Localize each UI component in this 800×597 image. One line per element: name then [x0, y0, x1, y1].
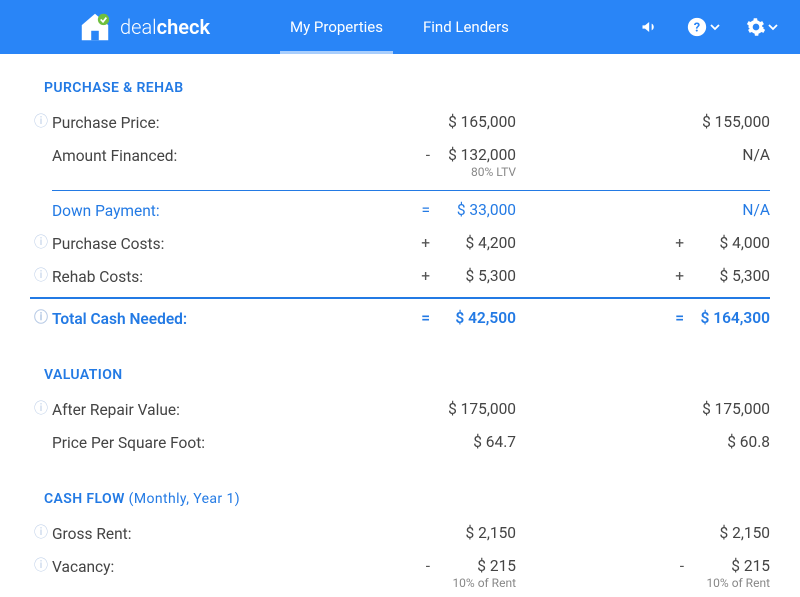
value-col2: $ 5,300 [690, 267, 770, 285]
value-col1: $ 33,000 [436, 201, 516, 219]
value-col2: N/A [690, 201, 770, 219]
value-col1: $ 5,300 [436, 267, 516, 285]
value-col2: $ 215 [690, 557, 770, 575]
subtext-col1: 80% LTV [471, 165, 516, 179]
report-content: PURCHASE & REHAB ⓘ Purchase Price: $ 165… [0, 54, 800, 597]
row-amount-financed: Amount Financed: - $ 132,000 80% LTV N/A [30, 139, 770, 186]
help-circle-icon[interactable]: ⓘ [34, 269, 48, 283]
section-valuation: VALUATION [30, 351, 770, 393]
row-rehab-costs: ⓘ Rehab Costs: +$ 5,300 +$ 5,300 [30, 260, 770, 293]
row-gross-rent: ⓘ Gross Rent: $ 2,150 $ 2,150 [30, 517, 770, 550]
label: Amount Financed: [52, 146, 272, 165]
help-circle-icon[interactable]: ⓘ [34, 236, 48, 250]
header-actions: ? [640, 16, 778, 38]
value-col1: $ 64.7 [436, 433, 516, 451]
row-total-cash-needed: ⓘ Total Cash Needed: =$ 42,500 =$ 164,30… [30, 302, 770, 335]
settings-gear-icon[interactable] [746, 17, 778, 37]
value-col1: $ 42,500 [436, 309, 516, 327]
label: Vacancy: [52, 557, 272, 576]
value-col2: $ 60.8 [690, 433, 770, 451]
value-col1: $ 165,000 [436, 113, 516, 131]
subtext-col1: 10% of Rent [452, 576, 516, 590]
svg-text:?: ? [694, 21, 700, 36]
label: Price Per Square Foot: [52, 433, 272, 452]
help-circle-icon[interactable]: ⓘ [34, 526, 48, 540]
row-purchase-costs: ⓘ Purchase Costs: +$ 4,200 +$ 4,000 [30, 227, 770, 260]
label: Total Cash Needed: [52, 309, 272, 328]
nav-find-lenders[interactable]: Find Lenders [403, 0, 529, 54]
value-col1: $ 2,150 [436, 524, 516, 542]
value-col2: $ 175,000 [690, 400, 770, 418]
megaphone-icon[interactable] [640, 17, 660, 37]
help-circle-icon[interactable]: ⓘ [34, 559, 48, 573]
row-down-payment: Down Payment: =$ 33,000 N/A [30, 194, 770, 227]
value-col2: $ 2,150 [690, 524, 770, 542]
divider [52, 190, 770, 191]
value-col2: $ 155,000 [690, 113, 770, 131]
value-col1: $ 175,000 [436, 400, 516, 418]
label: Down Payment: [52, 201, 272, 220]
label: Purchase Price: [52, 113, 272, 132]
value-col2: $ 164,300 [690, 309, 770, 327]
value-col1: $ 215 [436, 557, 516, 575]
row-purchase-price: ⓘ Purchase Price: $ 165,000 $ 155,000 [30, 106, 770, 139]
app-header: dealcheck My Properties Find Lenders ? [0, 0, 800, 54]
help-circle-icon[interactable]: ⓘ [34, 402, 48, 416]
value-col1: $ 4,200 [436, 234, 516, 252]
label: Gross Rent: [52, 524, 272, 543]
row-vacancy: ⓘ Vacancy: - $ 215 10% of Rent - $ 215 1… [30, 550, 770, 597]
label: Rehab Costs: [52, 267, 272, 286]
label: After Repair Value: [52, 400, 272, 419]
nav-my-properties[interactable]: My Properties [270, 0, 403, 54]
value-col1: $ 132,000 [436, 146, 516, 164]
main-nav: My Properties Find Lenders [270, 0, 529, 54]
value-col2: $ 4,000 [690, 234, 770, 252]
help-circle-icon[interactable]: ⓘ [34, 311, 48, 325]
divider-strong [30, 297, 770, 299]
logo-text: dealcheck [120, 15, 210, 39]
help-circle-icon[interactable]: ⓘ [34, 115, 48, 129]
row-after-repair-value: ⓘ After Repair Value: $ 175,000 $ 175,00… [30, 393, 770, 426]
app-logo[interactable]: dealcheck [78, 10, 210, 44]
house-logo-icon [78, 10, 112, 44]
subtext-col2: 10% of Rent [706, 576, 770, 590]
section-purchase-rehab: PURCHASE & REHAB [30, 64, 770, 106]
section-cash-flow: CASH FLOW (Monthly, Year 1) [30, 475, 770, 517]
label: Purchase Costs: [52, 234, 272, 253]
row-price-per-sqft: Price Per Square Foot: $ 64.7 $ 60.8 [30, 426, 770, 459]
help-icon[interactable]: ? [686, 16, 720, 38]
value-col2: N/A [690, 146, 770, 164]
